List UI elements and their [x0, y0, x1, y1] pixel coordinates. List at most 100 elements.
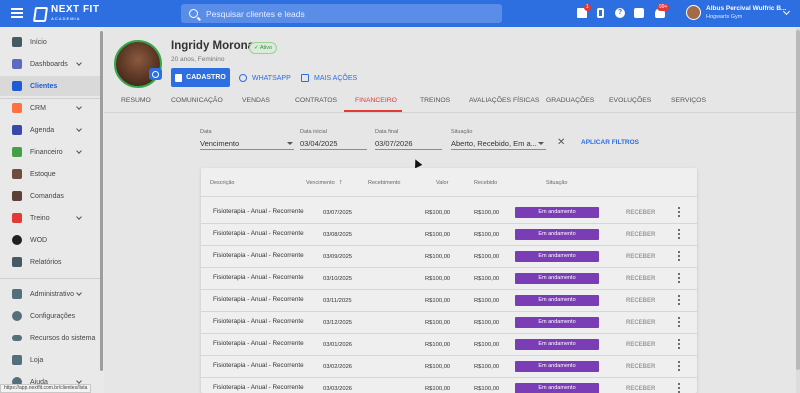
sidebar-item-crm[interactable]: CRM	[0, 98, 100, 118]
row-amount: R$100,00	[425, 364, 451, 370]
whatsapp-button[interactable]: WHATSAPP	[239, 74, 291, 82]
tab-financeiro[interactable]: FINANCEIRO	[355, 97, 397, 104]
status-badge: Em andamento	[515, 273, 599, 284]
more-vert-icon[interactable]	[678, 251, 680, 261]
logo[interactable]: NEXT FIT ACADEMIA	[32, 5, 99, 23]
tab-graduacoes[interactable]: GRADUAÇÕES	[546, 97, 594, 104]
sidebar-item-estoque[interactable]: Estoque	[0, 164, 100, 184]
col-recebimento[interactable]: Recebimento	[368, 180, 400, 186]
status-badge: Em andamento	[515, 229, 599, 240]
tab-treinos[interactable]: TREINOS	[420, 97, 450, 104]
user-avatar[interactable]	[686, 5, 701, 20]
receber-button[interactable]: RECEBER	[626, 320, 655, 326]
more-vert-icon[interactable]	[678, 339, 680, 349]
receber-button[interactable]: RECEBER	[626, 232, 655, 238]
row-due-date: 03/09/2025	[323, 254, 353, 260]
page-scrollbar[interactable]	[796, 28, 800, 393]
chat-icon[interactable]	[634, 8, 644, 18]
report-icon	[12, 257, 22, 267]
more-vert-icon[interactable]	[678, 361, 680, 371]
receber-button[interactable]: RECEBER	[626, 364, 655, 370]
search-input[interactable]: Pesquisar clientes e leads	[181, 4, 502, 23]
chevron-down-icon	[76, 104, 82, 110]
col-descricao: Descrição	[210, 180, 235, 186]
cadastro-label: CADASTRO	[186, 74, 226, 81]
camera-icon[interactable]	[149, 68, 162, 80]
gift-badge: 1	[584, 4, 591, 11]
more-vert-icon[interactable]	[678, 273, 680, 283]
sidebar-item-label: Dashboards	[30, 60, 68, 68]
situacao-select[interactable]: Aberto, Recebido, Em a...	[451, 139, 537, 148]
sidebar-item-recursos[interactable]: Recursos do sistema	[0, 328, 100, 348]
row-description: Fisioterapia - Anual - Recorrente	[213, 252, 304, 259]
data-select[interactable]: Vencimento	[200, 139, 239, 148]
more-vert-icon[interactable]	[678, 317, 680, 327]
col-recebido[interactable]: Recebido	[474, 180, 497, 186]
row-due-date: 03/11/2025	[323, 298, 352, 304]
chevron-down-icon[interactable]	[287, 142, 293, 145]
tab-vendas[interactable]: VENDAS	[242, 97, 270, 104]
store-icon	[12, 355, 22, 365]
sidebar-item-clientes[interactable]: Clientes	[0, 76, 100, 96]
more-vert-icon[interactable]	[678, 383, 680, 393]
tab-contratos[interactable]: CONTRATOS	[295, 97, 337, 104]
chevron-down-icon[interactable]	[538, 142, 544, 145]
sidebar-item-inicio[interactable]: Início	[0, 32, 100, 52]
tab-evolucoes[interactable]: EVOLUÇÕES	[609, 97, 651, 104]
sidebar-item-label: Configurações	[30, 312, 76, 320]
brand-sub: ACADEMIA	[51, 16, 81, 21]
receber-button[interactable]: RECEBER	[626, 210, 655, 216]
sidebar-item-comandas[interactable]: Comandas	[0, 186, 100, 206]
data-inicial-field[interactable]: 03/04/2025	[300, 139, 338, 148]
sort-up-icon[interactable]: ↑	[339, 179, 343, 186]
sidebar-item-label: Loja	[30, 356, 44, 364]
table-row: Fisioterapia - Anual - Recorrente 03/03/…	[201, 378, 697, 393]
tab-bar: RESUMO COMUNICAÇÃO VENDAS CONTRATOS FINA…	[104, 93, 800, 112]
clear-filters-icon[interactable]: ✕	[557, 138, 565, 148]
sidebar-item-wod[interactable]: WOD	[0, 230, 100, 250]
mais-acoes-button[interactable]: MAIS AÇÕES	[301, 74, 357, 82]
tab-avaliacoes[interactable]: AVALIAÇÕES FÍSICAS	[469, 97, 539, 104]
phone-icon[interactable]	[597, 8, 604, 18]
status-badge: Em andamento	[515, 361, 599, 372]
sidebar-item-loja[interactable]: Loja	[0, 350, 100, 370]
receber-button[interactable]: RECEBER	[626, 254, 655, 260]
more-vert-icon[interactable]	[678, 207, 680, 217]
sidebar-item-financeiro[interactable]: Financeiro	[0, 142, 100, 162]
sidebar-item-agenda[interactable]: Agenda	[0, 120, 100, 140]
help-icon[interactable]: ?	[615, 8, 625, 18]
sidebar-item-relatorios[interactable]: Relatórios	[0, 252, 100, 272]
data-final-label: Data final	[375, 129, 399, 135]
status-badge: Em andamento	[515, 207, 599, 218]
col-vencimento[interactable]: Vencimento	[306, 180, 335, 186]
tab-resumo[interactable]: RESUMO	[121, 97, 151, 104]
chevron-down-icon[interactable]	[782, 7, 791, 16]
situacao-label: Situação	[451, 129, 473, 135]
sidebar-item-configuracoes[interactable]: Configurações	[0, 306, 100, 326]
home-icon	[12, 37, 22, 47]
data-final-field[interactable]: 03/07/2026	[375, 139, 413, 148]
receber-button[interactable]: RECEBER	[626, 276, 655, 282]
whatsapp-icon	[239, 74, 247, 82]
row-due-date: 03/08/2025	[323, 232, 353, 238]
tab-comunicacao[interactable]: COMUNICAÇÃO	[171, 97, 223, 104]
tab-servicos[interactable]: SERVIÇOS	[671, 97, 706, 104]
sidebar-item-administrativo[interactable]: Administrativo	[0, 284, 100, 304]
sidebar-item-label: Relatórios	[30, 258, 62, 266]
sidebar-item-treino[interactable]: Treino	[0, 208, 100, 228]
row-due-date: 03/02/2026	[323, 364, 353, 370]
apply-filters-button[interactable]: APLICAR FILTROS	[581, 139, 639, 146]
sidebar-scrollbar[interactable]	[100, 31, 103, 371]
more-vert-icon[interactable]	[678, 295, 680, 305]
receber-button[interactable]: RECEBER	[626, 342, 655, 348]
data-inicial-underline	[300, 149, 367, 150]
user-name[interactable]: Albus Percival Wulfric B...	[706, 5, 786, 12]
receber-button[interactable]: RECEBER	[626, 386, 655, 392]
sidebar-item-dashboards[interactable]: Dashboards	[0, 54, 100, 74]
menu-icon[interactable]	[11, 8, 23, 18]
more-vert-icon[interactable]	[678, 229, 680, 239]
cadastro-button[interactable]: CADASTRO	[171, 68, 230, 87]
receber-button[interactable]: RECEBER	[626, 298, 655, 304]
list-icon	[301, 74, 309, 82]
col-valor[interactable]: Valor	[436, 180, 448, 186]
